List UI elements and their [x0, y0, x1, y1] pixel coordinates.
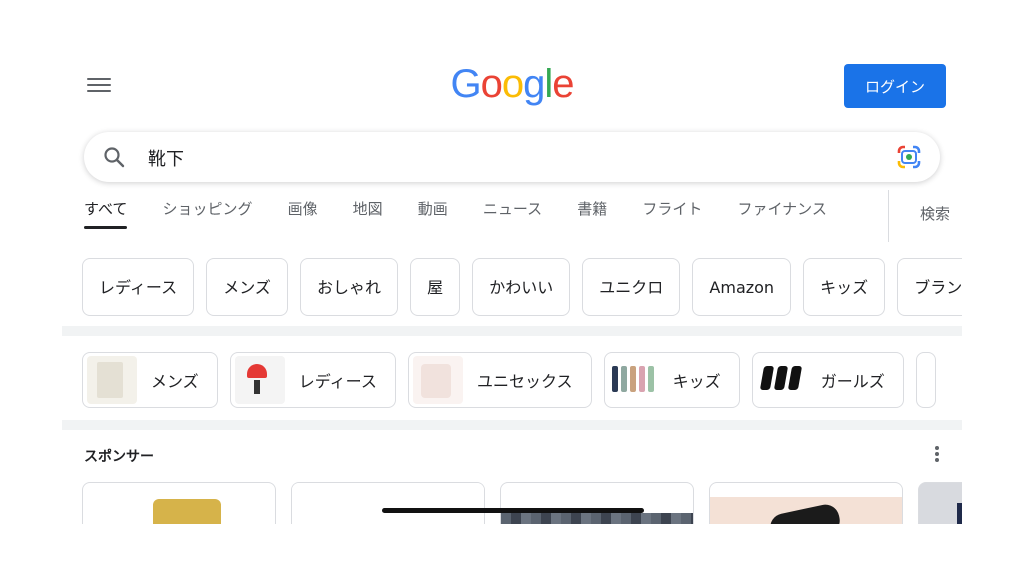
login-button[interactable]: ログイン: [844, 64, 946, 108]
google-logo[interactable]: Google: [62, 62, 962, 107]
chip-fashionable[interactable]: おしゃれ: [299, 258, 398, 316]
logo-letter: e: [552, 62, 574, 106]
related-chips: レディース メンズ おしゃれ 屋 かわいい ユニクロ Amazon キッズ ブラ…: [82, 258, 962, 316]
search-tabs: すべて ショッピング 画像 地図 動画 ニュース 書籍 フライト ファイナンス: [84, 198, 857, 234]
product-card[interactable]: [709, 482, 904, 524]
logo-letter: o: [480, 62, 503, 106]
section-divider: [62, 326, 962, 336]
image-chip-ladies[interactable]: レディース: [229, 352, 396, 408]
google-lens-icon[interactable]: [896, 144, 922, 170]
home-indicator[interactable]: [382, 508, 644, 513]
unisex-socks-thumbnail: [412, 356, 463, 404]
product-image: [153, 499, 221, 524]
tab-search-tools[interactable]: 検索: [920, 203, 950, 224]
tab-videos[interactable]: 動画: [418, 198, 448, 229]
mens-socks-thumbnail: [87, 356, 137, 404]
image-chip-unisex[interactable]: ユニセックス: [407, 352, 592, 408]
image-chip-label: レディース: [298, 372, 377, 391]
chip-shop[interactable]: 屋: [410, 258, 461, 316]
image-chip-kids[interactable]: キッズ: [603, 352, 740, 408]
tab-all[interactable]: すべて: [84, 198, 128, 229]
logo-letter: G: [450, 62, 481, 106]
more-vert-icon[interactable]: [934, 444, 940, 464]
section-divider: [62, 420, 962, 430]
chip-kids[interactable]: キッズ: [803, 258, 886, 316]
tab-books[interactable]: 書籍: [577, 198, 607, 229]
image-chip-label: メンズ: [151, 372, 199, 391]
image-filter-chips: メンズ レディース ユニセックス キッズ ガールズ: [82, 352, 943, 408]
ladies-socks-thumbnail: [234, 356, 285, 404]
tab-news[interactable]: ニュース: [483, 198, 542, 229]
chip-cute[interactable]: かわいい: [472, 258, 571, 316]
chip-ladies[interactable]: レディース: [82, 258, 195, 316]
image-chip-girls[interactable]: ガールズ: [751, 352, 904, 408]
image-chip-label: ガールズ: [820, 372, 885, 391]
product-card[interactable]: [291, 482, 486, 524]
product-card[interactable]: [82, 482, 276, 524]
product-image: [292, 483, 485, 524]
girls-socks-thumbnail: [756, 356, 807, 404]
tab-finance[interactable]: ファイナンス: [737, 198, 826, 229]
chip-amazon[interactable]: Amazon: [692, 258, 792, 316]
tab-images[interactable]: 画像: [288, 198, 318, 229]
tab-flights[interactable]: フライト: [642, 198, 702, 229]
product-card[interactable]: [918, 482, 962, 524]
product-image: [501, 513, 694, 524]
tab-shopping[interactable]: ショッピング: [162, 198, 252, 229]
logo-letter: g: [523, 62, 545, 106]
tab-divider: [888, 190, 889, 242]
chip-mens[interactable]: メンズ: [206, 258, 288, 316]
image-chip-mens[interactable]: メンズ: [82, 352, 218, 408]
sponsored-products: [82, 482, 962, 524]
search-input[interactable]: [146, 141, 870, 175]
image-chip-more[interactable]: [915, 352, 936, 408]
image-chip-label: ユニセックス: [476, 372, 573, 391]
search-icon[interactable]: [102, 145, 126, 169]
tab-maps[interactable]: 地図: [353, 198, 383, 229]
sponsored-heading: スポンサー: [84, 449, 154, 465]
logo-letter: o: [501, 62, 524, 106]
kids-socks-thumbnail: [608, 356, 659, 404]
product-image: [957, 503, 962, 524]
chip-uniqlo[interactable]: ユニクロ: [582, 258, 681, 316]
mobile-screen: Google ログイン すべて ショッピング 画像 地図 動画 ニュース 書籍 …: [62, 48, 962, 524]
chip-brand[interactable]: ブランド: [897, 258, 962, 316]
product-card[interactable]: [500, 482, 695, 524]
search-bar[interactable]: [84, 132, 940, 182]
image-chip-label: キッズ: [672, 372, 721, 391]
